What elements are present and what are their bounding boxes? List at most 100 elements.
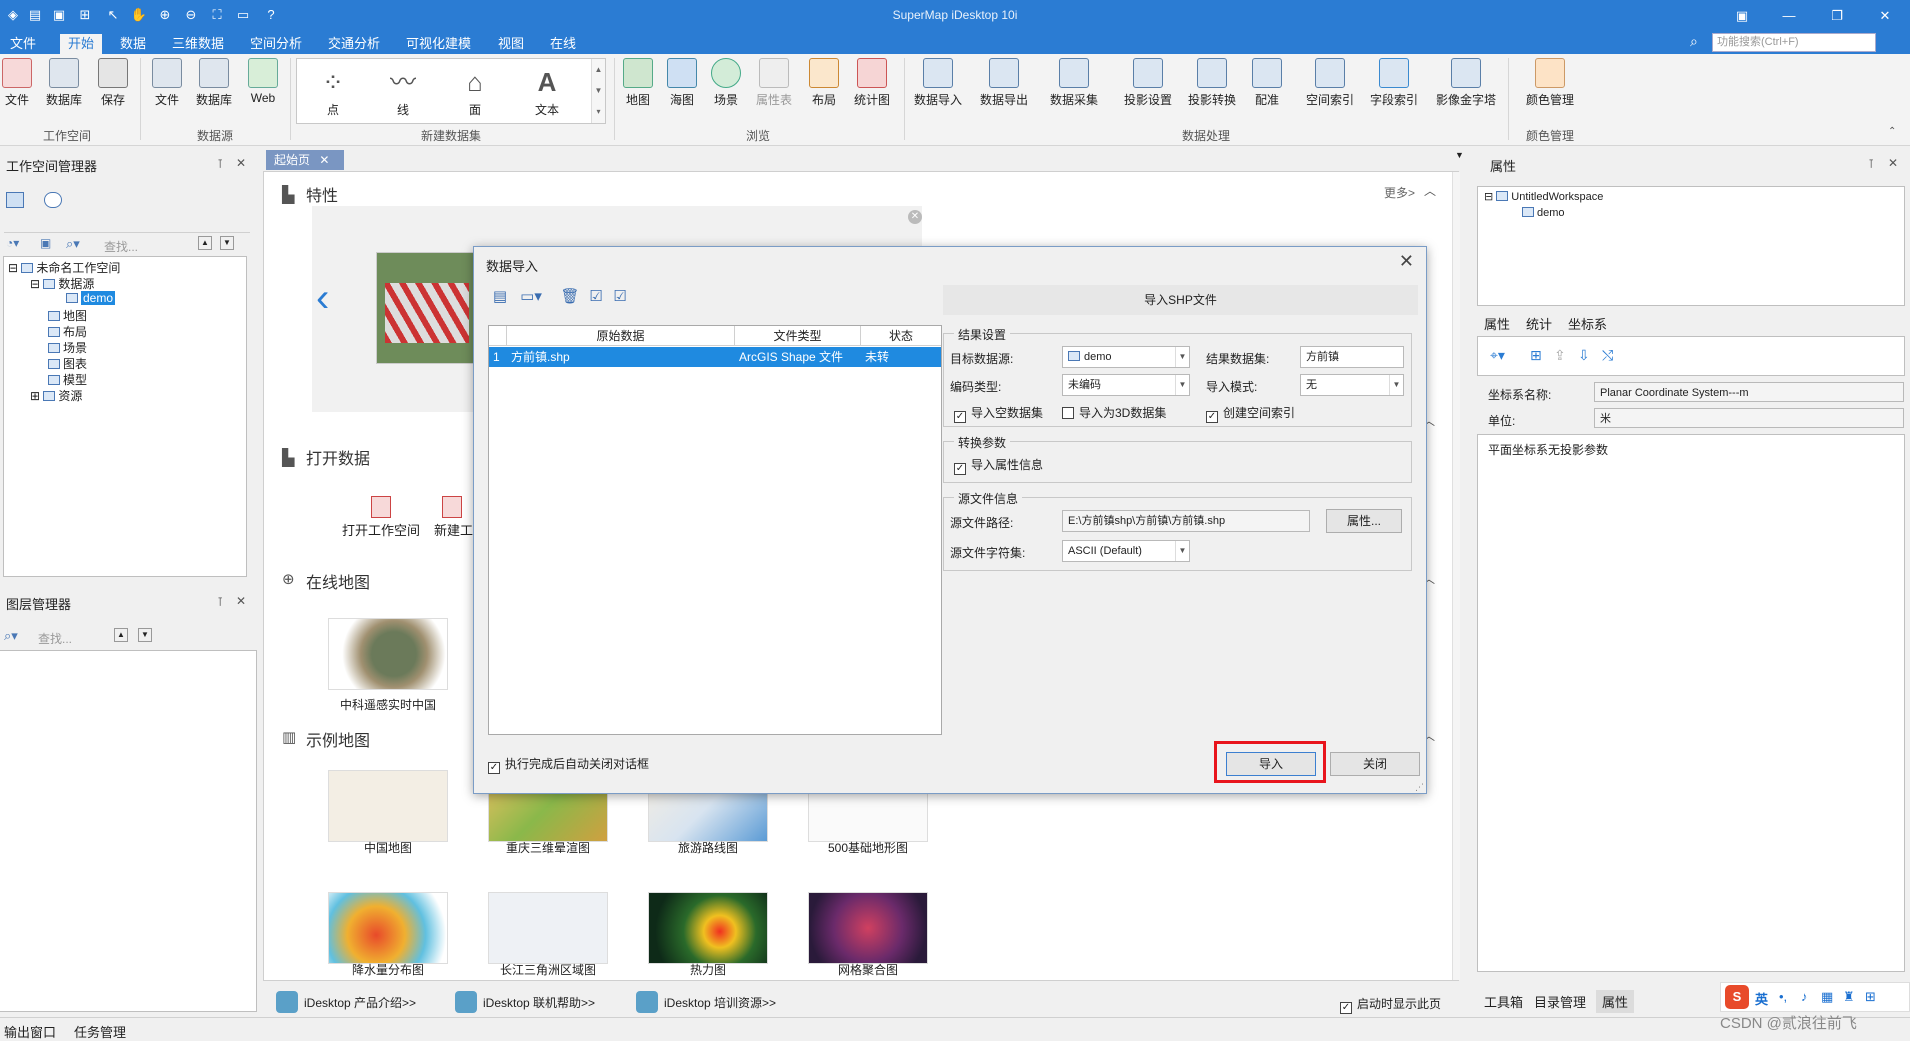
layer-search-input[interactable]: 查找... <box>38 630 72 647</box>
tab-visual-modeling[interactable]: 可视化建模 <box>398 34 479 54</box>
coord-settings-icon[interactable]: ⌖▾ <box>1490 347 1505 364</box>
layout-icon[interactable]: ▣ <box>1727 5 1757 27</box>
ribbon-data-collection[interactable]: 数据采集 <box>1046 58 1102 114</box>
delete-icon[interactable]: 🗑 <box>560 287 580 307</box>
ribbon-workspace-database[interactable]: 数据库 <box>42 58 86 114</box>
grid-header-source[interactable]: 原始数据 <box>507 326 735 346</box>
tab-start[interactable]: 开始 <box>60 34 103 54</box>
coord-name-field[interactable]: Planar Coordinate System---m <box>1594 382 1904 402</box>
unit-field[interactable]: 米 <box>1594 408 1904 428</box>
coord-copy-icon[interactable]: ⊞ <box>1530 347 1542 364</box>
start-page-scrollbar[interactable] <box>1452 172 1460 980</box>
ribbon-image-pyramid[interactable]: 影像金字塔 <box>1432 58 1500 114</box>
skin-icon[interactable]: ♜ <box>1843 989 1855 1005</box>
show-on-startup-checkbox[interactable]: ✓ 启动时显示此页 <box>1340 995 1441 1014</box>
properties-button[interactable]: 属性... <box>1326 509 1402 533</box>
encoding-select[interactable]: 未编码 ▼ <box>1062 374 1190 396</box>
close-button[interactable]: ✕ <box>1870 5 1900 27</box>
tree-root[interactable]: ⊟ 未命名工作空间 <box>8 259 120 276</box>
close-panel-icon[interactable]: ✕ <box>1888 156 1898 170</box>
product-intro-link[interactable]: iDesktop 产品介绍>> <box>276 991 416 1013</box>
sample-map-label[interactable]: 降水量分布图 <box>318 961 458 978</box>
ribbon-data-export[interactable]: 数据导出 <box>976 58 1032 114</box>
import-empty-dataset-checkbox[interactable]: ✓ 导入空数据集 <box>954 404 1043 423</box>
ribbon-workspace-save[interactable]: 保存 <box>96 58 130 114</box>
close-panel-icon[interactable]: ✕ <box>236 594 246 608</box>
auto-close-checkbox[interactable]: ✓ 执行完成后自动关闭对话框 <box>488 755 649 774</box>
tab-traffic-analysis[interactable]: 交通分析 <box>320 34 388 54</box>
properties-tree-demo[interactable]: demo <box>1522 207 1565 219</box>
tab-statistics[interactable]: 统计 <box>1526 314 1552 333</box>
import-attributes-checkbox[interactable]: ✓ 导入属性信息 <box>954 456 1043 475</box>
ribbon-browse-map[interactable]: 地图 <box>620 58 656 114</box>
new-line-dataset[interactable]: 〰线 <box>373 65 433 118</box>
move-up-icon[interactable]: ▲ <box>198 236 212 250</box>
tab-catalog[interactable]: 目录管理 <box>1534 992 1586 1011</box>
collapse-icon[interactable]: ︿ <box>1424 182 1436 199</box>
ribbon-browse-scene[interactable]: 场景 <box>708 58 744 114</box>
tab-online[interactable]: 在线 <box>542 34 584 54</box>
sample-map-label[interactable]: 旅游路线图 <box>638 839 778 856</box>
online-help-link[interactable]: iDesktop 联机帮助>> <box>455 991 595 1013</box>
move-down-icon[interactable]: ▼ <box>220 236 234 250</box>
sample-map-label[interactable]: 热力图 <box>638 961 778 978</box>
gallery-scroll[interactable]: ▲ ▼ ▾ <box>591 59 605 123</box>
minimize-button[interactable]: — <box>1774 5 1804 27</box>
function-search-input[interactable]: 功能搜索(Ctrl+F) <box>1712 33 1876 52</box>
close-tab-icon[interactable]: ✕ <box>319 153 329 167</box>
voice-icon[interactable]: ♪ <box>1801 989 1808 1004</box>
ribbon-field-index[interactable]: 字段索引 <box>1366 58 1422 114</box>
tab-toolbox[interactable]: 工具箱 <box>1484 992 1523 1011</box>
punctuation-icon[interactable]: •, <box>1779 989 1787 1004</box>
tab-start-page[interactable]: 起始页 ✕ <box>266 150 344 170</box>
charset-select[interactable]: ASCII (Default) ▼ <box>1062 540 1190 562</box>
target-datasource-select[interactable]: demo ▼ <box>1062 346 1190 368</box>
close-panel-icon[interactable]: ✕ <box>236 156 246 170</box>
ime-language[interactable]: 英 <box>1755 989 1768 1008</box>
pin-icon[interactable]: ⊺ <box>1868 157 1874 171</box>
sample-map-label[interactable]: 重庆三维晕渲图 <box>478 839 618 856</box>
tree-scenes[interactable]: 场景 <box>48 339 87 356</box>
tree-models[interactable]: 模型 <box>48 371 87 388</box>
ribbon-color-management[interactable]: 颜色管理 <box>1518 58 1582 114</box>
maximize-button[interactable]: ❐ <box>1822 5 1852 27</box>
ribbon-browse-layout[interactable]: 布局 <box>806 58 842 114</box>
new-point-dataset[interactable]: ⁘ 点 <box>303 65 363 118</box>
pin-icon[interactable]: ⊺ <box>217 595 223 609</box>
ribbon-data-import[interactable]: 数据导入 <box>910 58 966 114</box>
sample-map-label[interactable]: 中国地图 <box>318 839 458 856</box>
sample-map-thumb[interactable] <box>328 892 448 964</box>
tree-charts[interactable]: 图表 <box>48 355 87 372</box>
more-link[interactable]: 更多> <box>1384 184 1415 201</box>
dialog-close-button[interactable]: 关闭 <box>1330 752 1420 776</box>
import-as-3d-checkbox[interactable]: 导入为3D数据集 <box>1062 404 1166 421</box>
create-spatial-index-checkbox[interactable]: ✓ 创建空间索引 <box>1206 404 1295 423</box>
database-view-icon[interactable] <box>44 192 62 208</box>
ribbon-datasource-database[interactable]: 数据库 <box>192 58 236 114</box>
select-all-icon[interactable]: ☑ <box>586 287 606 307</box>
tree-datasources[interactable]: ⊟ 数据源 <box>30 275 94 292</box>
collapse-ribbon-icon[interactable]: ⌃ <box>1888 126 1896 137</box>
sample-map-label[interactable]: 长江三角洲区域图 <box>478 961 618 978</box>
import-mode-select[interactable]: 无 ▼ <box>1300 374 1404 396</box>
tree-maps[interactable]: 地图 <box>48 307 87 324</box>
grid-header-type[interactable]: 文件类型 <box>735 326 861 346</box>
move-down-icon[interactable]: ▼ <box>138 628 152 642</box>
add-file-icon[interactable]: ▤ <box>490 287 510 307</box>
ribbon-projection-transform[interactable]: 投影转换 <box>1184 58 1240 114</box>
tab-3d-data[interactable]: 三维数据 <box>164 34 232 54</box>
tab-properties-bottom[interactable]: 属性 <box>1596 990 1635 1013</box>
ribbon-registration[interactable]: 配准 <box>1252 58 1282 114</box>
sample-map-label[interactable]: 网格聚合图 <box>798 961 938 978</box>
tab-spatial-analysis[interactable]: 空间分析 <box>242 34 310 54</box>
tab-data[interactable]: 数据 <box>112 34 154 54</box>
close-carousel-icon[interactable]: ✕ <box>908 210 922 224</box>
pin-icon[interactable]: ⊺ <box>217 157 223 171</box>
tab-output-window[interactable]: 输出窗口 <box>4 1022 56 1041</box>
properties-tree-root[interactable]: ⊟ UntitledWorkspace <box>1484 190 1603 203</box>
online-map-thumbnail[interactable] <box>328 618 448 690</box>
import-button[interactable]: 导入 <box>1226 752 1316 776</box>
tab-list-dropdown-icon[interactable]: ▼ <box>1455 150 1464 160</box>
table-row[interactable]: 1 方前镇.shp ArcGIS Shape 文件 未转 <box>489 347 941 367</box>
ribbon-browse-chart[interactable]: 海图 <box>664 58 700 114</box>
